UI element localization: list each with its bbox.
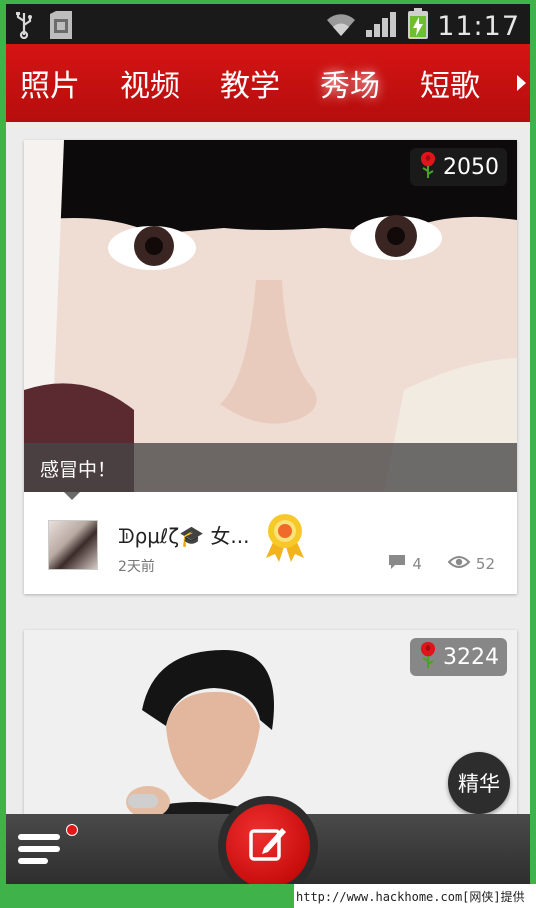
rose-count: 2050 <box>443 154 499 180</box>
tab-scroll-right-icon[interactable] <box>517 75 526 91</box>
feed-card[interactable]: 2050 感冒中！ ᗫρμℓζ🎓 女... 2天前 4 52 <box>24 140 517 594</box>
status-bar: 11:17 <box>6 4 530 44</box>
app-screen: 11:17 照片 视频 教学 秀场 短歌 2050 感冒中！ ᗫρμℓζ🎓 女.… <box>6 4 530 884</box>
edit-icon <box>248 824 288 868</box>
wifi-icon <box>325 10 357 42</box>
post-time: 2天前 <box>118 559 155 575</box>
rose-icon <box>416 639 440 675</box>
comment-icon <box>388 554 406 574</box>
caption-bar: 感冒中！ <box>24 443 517 492</box>
rose-count-badge[interactable]: 3224 <box>410 638 507 676</box>
avatar[interactable] <box>48 520 98 570</box>
rose-count-badge[interactable]: 2050 <box>410 148 507 186</box>
medal-icon <box>262 512 308 566</box>
compose-button[interactable] <box>226 804 310 884</box>
rose-count: 3224 <box>443 644 499 670</box>
rose-icon <box>416 149 440 185</box>
portrait-illustration <box>24 140 517 492</box>
author-row: ᗫρμℓζ🎓 女... 2天前 4 52 <box>24 492 517 594</box>
eye-icon <box>447 555 471 573</box>
signal-icon <box>365 10 399 42</box>
notification-dot <box>66 824 78 836</box>
bottom-toolbar <box>6 796 530 884</box>
tab-videos[interactable]: 视频 <box>120 61 180 105</box>
post-stats: 4 52 <box>388 554 495 574</box>
author-name[interactable]: ᗫρμℓζ🎓 女... <box>118 520 250 549</box>
post-caption: 感冒中！ <box>40 459 117 481</box>
category-tab-bar: 照片 视频 教学 秀场 短歌 <box>6 43 530 122</box>
tab-tutorials[interactable]: 教学 <box>220 61 280 105</box>
menu-icon[interactable] <box>18 828 68 870</box>
watermark-text: http://www.hackhome.com[网侠]提供 <box>294 884 536 908</box>
tab-photos[interactable]: 照片 <box>20 61 80 105</box>
post-photo[interactable]: 2050 感冒中！ <box>24 140 517 492</box>
tab-showcase[interactable]: 秀场 <box>298 43 406 117</box>
status-clock: 11:17 <box>437 10 520 42</box>
battery-charging-icon <box>407 8 429 44</box>
sd-card-icon <box>48 10 74 44</box>
view-count: 52 <box>475 555 495 573</box>
usb-icon <box>14 11 34 43</box>
comment-count: 4 <box>412 555 422 573</box>
tab-short-songs[interactable]: 短歌 <box>420 61 480 105</box>
featured-badge[interactable]: 精华 <box>448 752 510 814</box>
